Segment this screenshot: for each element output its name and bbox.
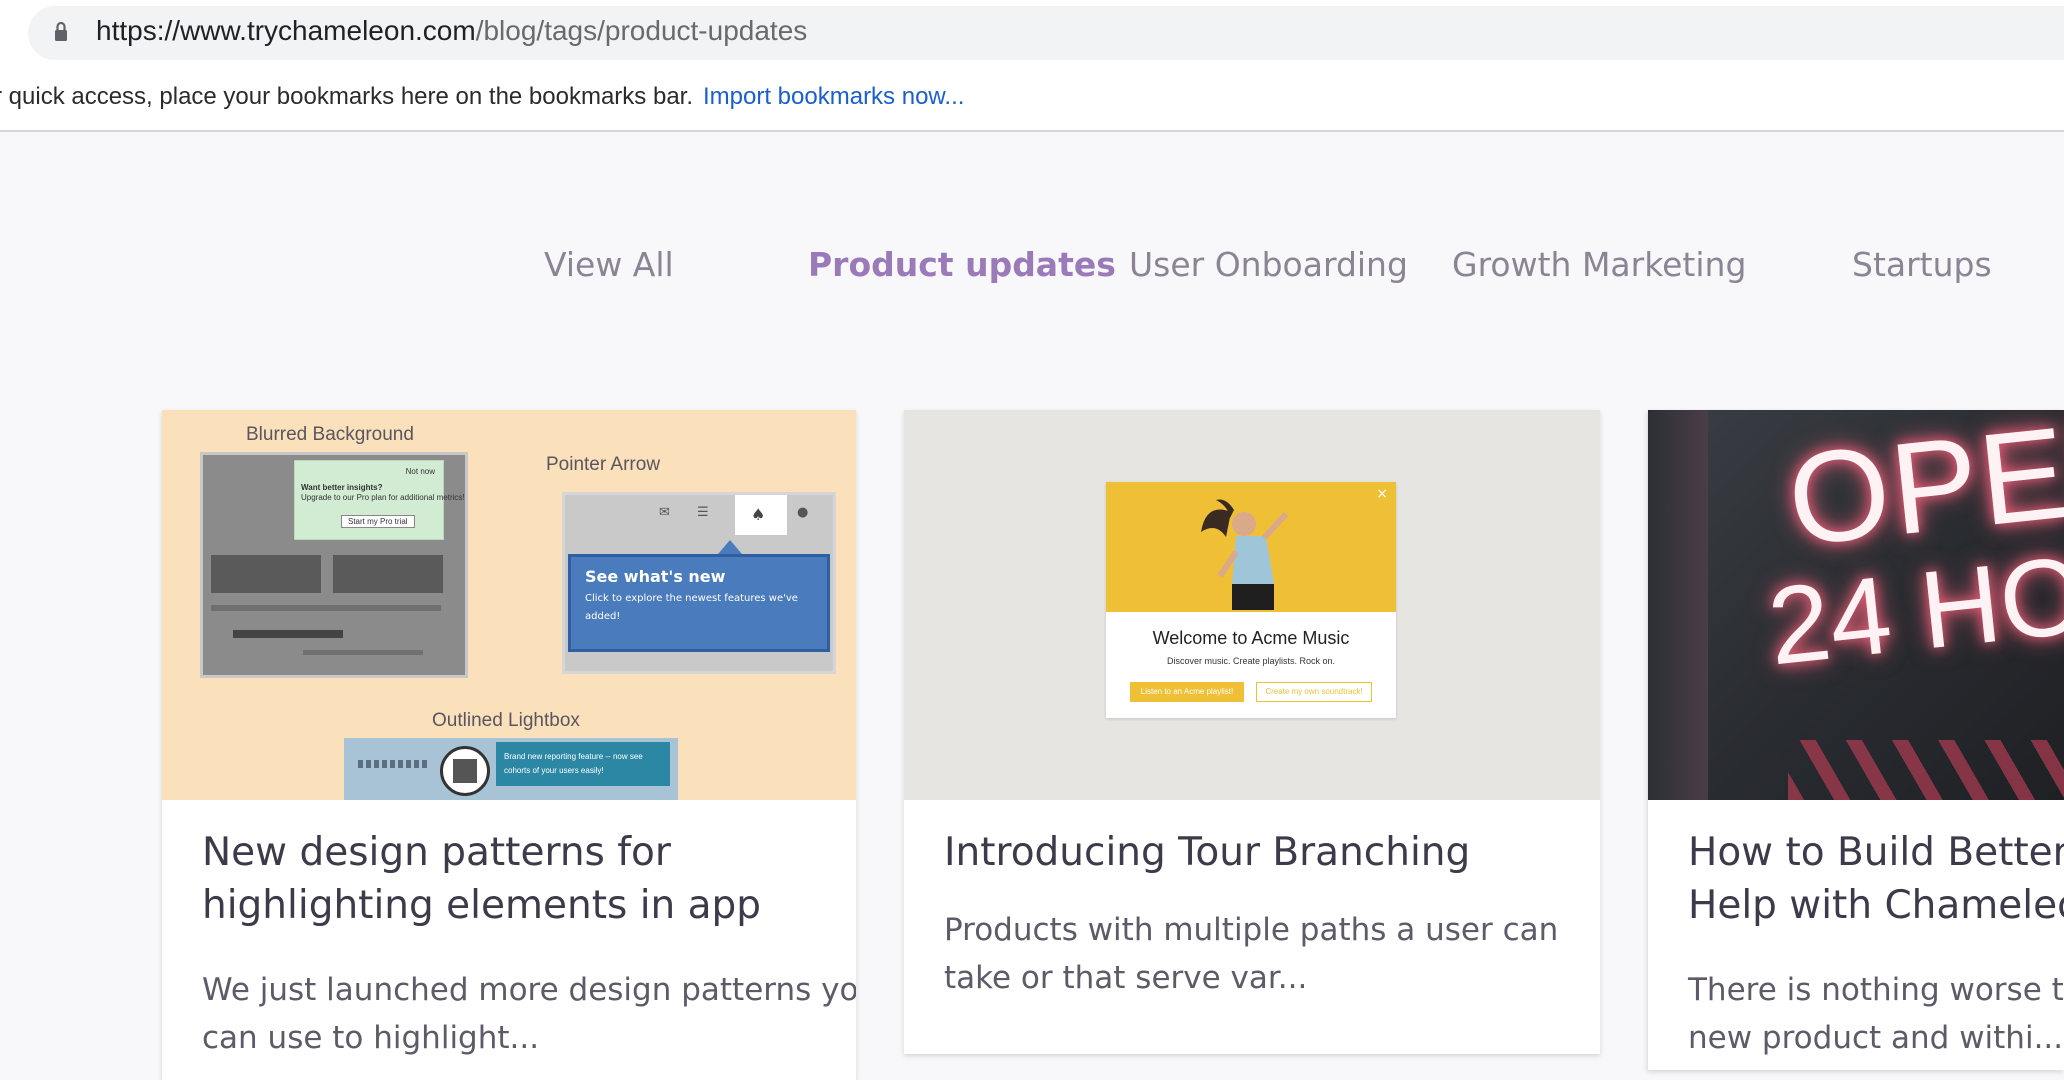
- acme-modal: × Welcome to Acme Music Discover music. …: [1106, 482, 1396, 718]
- bell-icon: ♠: [735, 495, 787, 535]
- lightbox-text-2: cohorts of your users easily!: [504, 766, 604, 775]
- label-outlined-lightbox: Outlined Lightbox: [432, 710, 580, 731]
- post-excerpt-line-1: There is nothing worse tha: [1688, 972, 2064, 1008]
- post-card-design-patterns[interactable]: Blurred Background Not now Want better i…: [162, 410, 856, 1080]
- post-thumbnail: × Welcome to Acme Music Discover music. …: [904, 410, 1600, 800]
- acme-modal-title: Welcome to Acme Music: [1152, 628, 1350, 648]
- post-card-better-help[interactable]: OPEN 24 HOU How to Build Better S Help wi…: [1648, 410, 2064, 1070]
- label-blurred-background: Blurred Background: [246, 424, 414, 445]
- tooltip-title: See what's new: [585, 567, 726, 586]
- post-excerpt-line-1: Products with multiple paths a user can: [944, 912, 1559, 948]
- label-pointer-arrow: Pointer Arrow: [546, 454, 661, 475]
- post-thumbnail: OPEN 24 HOU: [1648, 410, 2064, 800]
- post-title[interactable]: How to Build Better S Help with Chameleo: [1688, 826, 2064, 932]
- url-path: /blog/tags/product-updates: [475, 15, 808, 46]
- bookmarks-message-text: r quick access, place your bookmarks her…: [0, 83, 693, 110]
- bookmarks-message: r quick access, place your bookmarks her…: [0, 80, 964, 114]
- blur-modal-button: Start my Pro trial: [341, 515, 415, 528]
- blur-modal-dismiss: Not now: [405, 467, 435, 476]
- post-excerpt-line-1: We just launched more design patterns yo…: [202, 972, 856, 1008]
- post-excerpt-line-2: new product and withi...: [1688, 1020, 2064, 1056]
- acme-modal-subtitle: Discover music. Create playlists. Rock o…: [1166, 656, 1336, 666]
- post-title[interactable]: New design patterns for highlighting elem…: [202, 826, 761, 932]
- list-icon: ☰: [697, 505, 709, 520]
- tooltip-text-1: Click to explore the newest features we'…: [585, 593, 798, 604]
- neon-glow-bottom: [1788, 740, 2064, 800]
- lightbox-text-1: Brand new reporting feature -- now see: [504, 752, 643, 761]
- tab-view-all[interactable]: View All: [544, 240, 674, 290]
- post-excerpt: Products with multiple paths a user can t…: [944, 906, 1558, 1002]
- post-title-line-2: highlighting elements in app: [202, 883, 762, 928]
- tab-user-onboarding[interactable]: User Onboarding: [1129, 240, 1408, 290]
- lightbox-screen-mock: Brand new reporting feature -- now see c…: [344, 738, 678, 800]
- url-text[interactable]: https://www.trychameleon.com/blog/tags/p…: [96, 14, 807, 48]
- user-icon: ●: [797, 505, 809, 520]
- acme-modal-hero: ×: [1106, 482, 1396, 612]
- tooltip-text-2: added!: [585, 611, 621, 622]
- tab-startups[interactable]: Startups: [1852, 240, 1992, 290]
- blur-modal-heading: Want better insights?: [301, 483, 383, 492]
- blur-modal: Not now Want better insights? Upgrade to…: [294, 460, 465, 540]
- thumbnail-shadow: [1648, 410, 1708, 800]
- post-thumbnail: Blurred Background Not now Want better i…: [162, 410, 856, 800]
- post-excerpt: We just launched more design patterns yo…: [202, 966, 856, 1062]
- post-title[interactable]: Introducing Tour Branching: [944, 826, 1470, 879]
- acme-primary-button: Listen to an Acme playlist!: [1130, 682, 1244, 702]
- lightbox-outline: [440, 746, 490, 796]
- acme-secondary-button: Create my own soundtrack!: [1256, 682, 1372, 702]
- acme-modal-close: ×: [1376, 486, 1388, 502]
- post-excerpt-line-2: take or that serve var...: [944, 960, 1308, 996]
- lock-icon: [55, 21, 67, 41]
- tooltip-see-whats-new: See what's new Click to explore the newe…: [568, 554, 830, 652]
- blur-modal-text: Upgrade to our Pro plan for additional m…: [301, 493, 465, 502]
- tab-growth-marketing[interactable]: Growth Marketing: [1452, 240, 1746, 290]
- post-excerpt-line-2: can use to highlight...: [202, 1020, 540, 1056]
- url-base: https://www.trychameleon.com: [96, 15, 476, 46]
- address-bar-row: https://www.trychameleon.com/blog/tags/p…: [0, 0, 2064, 62]
- import-bookmarks-link[interactable]: Import bookmarks now...: [703, 83, 964, 110]
- dancing-woman-illustration: [1201, 499, 1289, 610]
- mail-icon: ✉: [659, 505, 670, 520]
- tab-product-updates[interactable]: Product updates: [808, 240, 1116, 290]
- tooltip-arrow: [718, 540, 742, 554]
- post-title-line-1: How to Build Better S: [1688, 830, 2064, 875]
- post-excerpt: There is nothing worse tha new product an…: [1688, 966, 2064, 1062]
- post-card-tour-branching[interactable]: × Welcome to Acme Music Discover music. …: [904, 410, 1600, 1054]
- post-title-line-2: Help with Chameleo: [1688, 883, 2064, 928]
- post-title-line-1: New design patterns for: [202, 830, 671, 875]
- lightbox-callout: Brand new reporting feature -- now see c…: [496, 742, 670, 786]
